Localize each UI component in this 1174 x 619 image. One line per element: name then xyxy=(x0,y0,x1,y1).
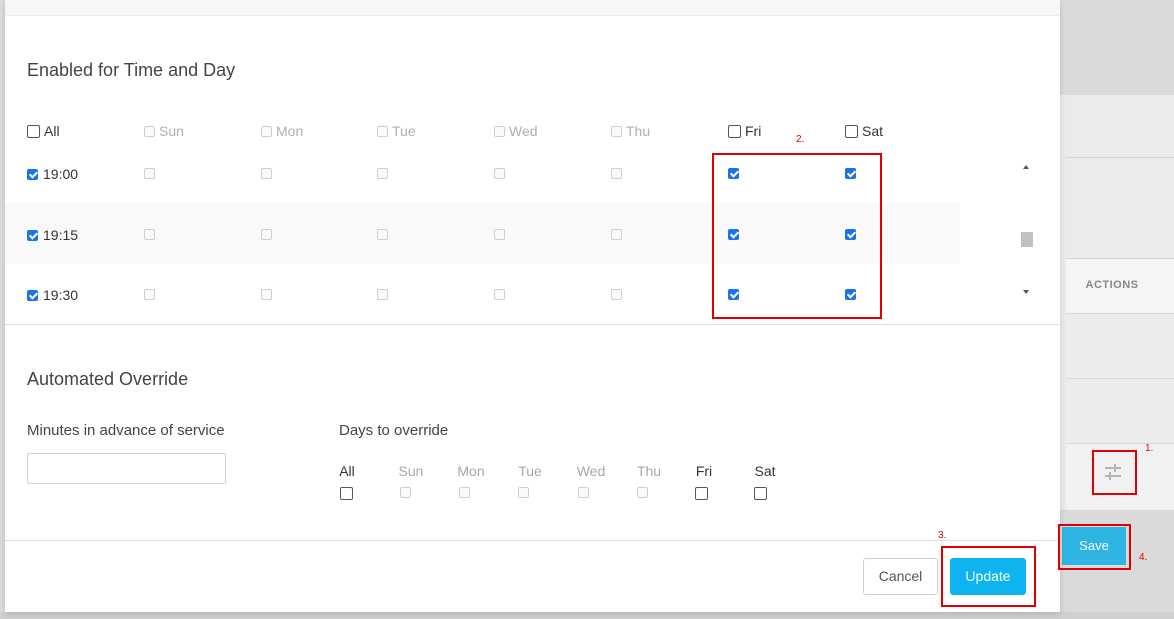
checkbox-mon xyxy=(261,125,272,137)
override-day-label: Fri xyxy=(695,463,713,479)
day-header-fri[interactable]: Fri xyxy=(728,122,761,140)
override-checkbox-fri[interactable] xyxy=(695,487,708,500)
annotation-label-3: 3. xyxy=(938,530,947,541)
day-header-wed: Wed xyxy=(494,122,538,140)
checkbox-wed xyxy=(494,229,505,240)
day-label: Thu xyxy=(626,123,651,139)
checkbox-thu xyxy=(611,289,622,300)
checkbox-wed xyxy=(494,125,505,137)
background-row-divider xyxy=(1066,157,1174,158)
time-day-section-title: Enabled for Time and Day xyxy=(27,60,236,80)
scroll-up-arrow-icon[interactable] xyxy=(1023,165,1029,169)
days-to-override-label: Days to override xyxy=(339,422,449,439)
annotation-box-2 xyxy=(712,153,882,319)
day-label: Wed xyxy=(509,123,538,139)
override-day-all: All xyxy=(327,463,367,479)
override-day-label: Wed xyxy=(576,463,606,479)
override-day-label: Thu xyxy=(636,463,662,479)
override-checkbox-sat[interactable] xyxy=(754,487,767,500)
override-day-fri: Fri xyxy=(684,463,724,479)
time-label: 19:00 xyxy=(43,166,79,182)
minutes-input[interactable] xyxy=(27,453,226,484)
day-label: Sun xyxy=(159,123,184,139)
override-day-mon: Mon xyxy=(451,463,491,479)
time-list-scrollbar[interactable] xyxy=(1020,160,1034,302)
schedule-modal: Enabled for Time and Day All Sun Mon Tue… xyxy=(5,0,1060,612)
day-header-all[interactable]: All xyxy=(27,122,60,140)
day-label: Fri xyxy=(745,123,762,139)
day-label: Tue xyxy=(392,123,416,139)
checkbox-mon xyxy=(261,229,272,240)
minutes-label: Minutes in advance of service xyxy=(27,422,225,439)
override-day-thu: Thu xyxy=(629,463,669,479)
checkbox-sun xyxy=(144,229,155,240)
override-checkbox-thu xyxy=(637,487,648,498)
cancel-button[interactable]: Cancel xyxy=(863,558,938,595)
day-header-thu: Thu xyxy=(611,122,650,140)
time-checkbox[interactable] xyxy=(27,229,38,241)
checkbox-sun xyxy=(144,125,155,137)
day-label: Sat xyxy=(862,123,884,139)
override-day-label: Sun xyxy=(398,463,424,479)
annotation-label-1: 1. xyxy=(1145,443,1154,454)
checkbox-thu xyxy=(611,168,622,179)
checkbox-mon xyxy=(261,168,272,179)
checkbox-all[interactable] xyxy=(27,124,40,138)
actions-column-header: ACTIONS xyxy=(1085,279,1139,291)
section-divider xyxy=(5,324,1060,325)
override-day-tue: Tue xyxy=(510,463,550,479)
annotation-box-3 xyxy=(941,546,1036,607)
day-label: All xyxy=(44,123,60,139)
override-day-sun: Sun xyxy=(391,463,431,479)
checkbox-fri[interactable] xyxy=(728,124,741,138)
override-checkbox-mon xyxy=(459,487,470,498)
day-header-tue: Tue xyxy=(377,122,416,140)
table-row xyxy=(1066,313,1174,378)
scroll-thumb[interactable] xyxy=(1021,232,1033,247)
time-cell[interactable]: 19:30 xyxy=(27,287,78,303)
override-day-wed: Wed xyxy=(571,463,611,479)
override-day-label: Mon xyxy=(457,463,485,479)
checkbox-thu xyxy=(611,229,622,240)
day-header-sun: Sun xyxy=(144,122,184,140)
override-checkbox-all[interactable] xyxy=(340,487,353,500)
day-header-sat[interactable]: Sat xyxy=(845,122,883,140)
checkbox-sun xyxy=(144,168,155,179)
checkbox-thu xyxy=(611,125,622,137)
override-day-label: Sat xyxy=(754,463,776,479)
table-row xyxy=(1066,378,1174,443)
checkbox-wed xyxy=(494,168,505,179)
override-checkbox-tue xyxy=(518,487,529,498)
day-label: Mon xyxy=(276,123,304,139)
override-section-title: Automated Override xyxy=(27,369,189,389)
background-footer-stripe xyxy=(0,612,1174,619)
modal-top-bar xyxy=(5,0,1060,16)
day-header-mon: Mon xyxy=(261,122,303,140)
annotation-label-2: 2. xyxy=(796,134,805,145)
override-day-label: All xyxy=(339,463,355,479)
override-day-label: Tue xyxy=(518,463,542,479)
checkbox-mon xyxy=(261,289,272,300)
annotation-box-1 xyxy=(1092,450,1137,495)
checkbox-tue xyxy=(377,125,388,137)
annotation-box-4 xyxy=(1058,524,1131,570)
checkbox-tue xyxy=(377,229,388,240)
override-day-sat: Sat xyxy=(745,463,785,479)
time-label: 19:30 xyxy=(43,287,79,303)
scroll-down-arrow-icon[interactable] xyxy=(1023,290,1029,294)
time-cell[interactable]: 19:00 xyxy=(27,166,78,182)
checkbox-sun xyxy=(144,289,155,300)
time-cell[interactable]: 19:15 xyxy=(27,227,78,243)
override-checkbox-wed xyxy=(578,487,589,498)
annotation-label-4: 4. xyxy=(1139,552,1148,563)
checkbox-wed xyxy=(494,289,505,300)
time-checkbox[interactable] xyxy=(27,289,38,301)
footer-divider xyxy=(5,540,1060,541)
time-checkbox[interactable] xyxy=(27,168,38,180)
override-checkbox-sun xyxy=(400,487,411,498)
checkbox-tue xyxy=(377,168,388,179)
checkbox-tue xyxy=(377,289,388,300)
checkbox-sat[interactable] xyxy=(845,124,858,138)
time-label: 19:15 xyxy=(43,227,79,243)
